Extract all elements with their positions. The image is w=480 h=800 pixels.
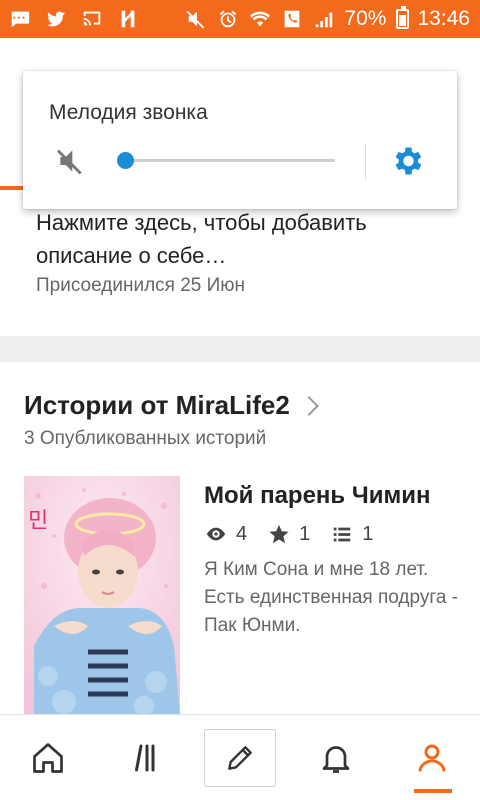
star-icon xyxy=(267,522,291,546)
wifi-icon xyxy=(248,7,272,31)
write-icon[interactable] xyxy=(204,729,276,787)
home-icon[interactable] xyxy=(8,715,88,800)
notifications-icon[interactable] xyxy=(296,715,376,800)
profile-icon[interactable] xyxy=(392,715,472,800)
phone-icon xyxy=(280,7,304,31)
volume-title: Мелодия звонка xyxy=(49,101,208,124)
bio-prompt[interactable]: Нажмите здесь, чтобы добавить описание о… xyxy=(36,206,456,272)
story-description: Я Ким Сона и мне 18 лет. Есть единственн… xyxy=(204,559,459,636)
story-stats: 4 1 1 xyxy=(204,522,393,546)
volume-muted-icon[interactable] xyxy=(55,145,87,177)
chevron-right-icon xyxy=(298,395,319,416)
app-icon xyxy=(116,7,140,31)
joined-date: Присоединился 25 Июн xyxy=(36,275,246,296)
volume-popup: Мелодия звонка xyxy=(23,71,457,209)
votes-count: 1 xyxy=(299,522,311,545)
alarm-icon xyxy=(216,7,240,31)
eye-icon xyxy=(204,522,228,546)
story-cover-image[interactable]: 민 xyxy=(24,476,180,716)
story-title[interactable]: Мой парень Чимин xyxy=(204,482,430,510)
list-icon xyxy=(330,522,354,546)
stories-title: Истории от MiraLife2 xyxy=(24,390,290,420)
volume-slider-thumb[interactable] xyxy=(117,152,134,169)
battery-percent: 70% xyxy=(344,7,387,30)
signal-icon xyxy=(312,7,336,31)
stories-count: 3 Опубликованных историй xyxy=(24,428,267,449)
volume-settings-gear-icon[interactable] xyxy=(389,143,425,179)
bottom-nav xyxy=(0,714,480,800)
stories-header[interactable]: Истории от MiraLife2 xyxy=(24,390,319,421)
volume-slider-track[interactable] xyxy=(125,159,335,162)
section-divider xyxy=(0,336,480,362)
library-icon[interactable] xyxy=(104,715,184,800)
clock: 13:46 xyxy=(417,7,470,30)
battery-icon xyxy=(396,6,410,29)
views-count: 4 xyxy=(236,522,248,545)
messages-icon xyxy=(8,7,32,31)
volume-divider xyxy=(365,143,366,179)
mute-icon xyxy=(184,7,208,31)
svg-text:민: 민 xyxy=(28,509,48,534)
parts-count: 1 xyxy=(362,522,374,545)
active-nav-indicator xyxy=(414,789,452,793)
twitter-icon xyxy=(44,7,68,31)
status-bar: 70% 13:46 xyxy=(0,0,480,38)
cast-icon xyxy=(80,7,104,31)
